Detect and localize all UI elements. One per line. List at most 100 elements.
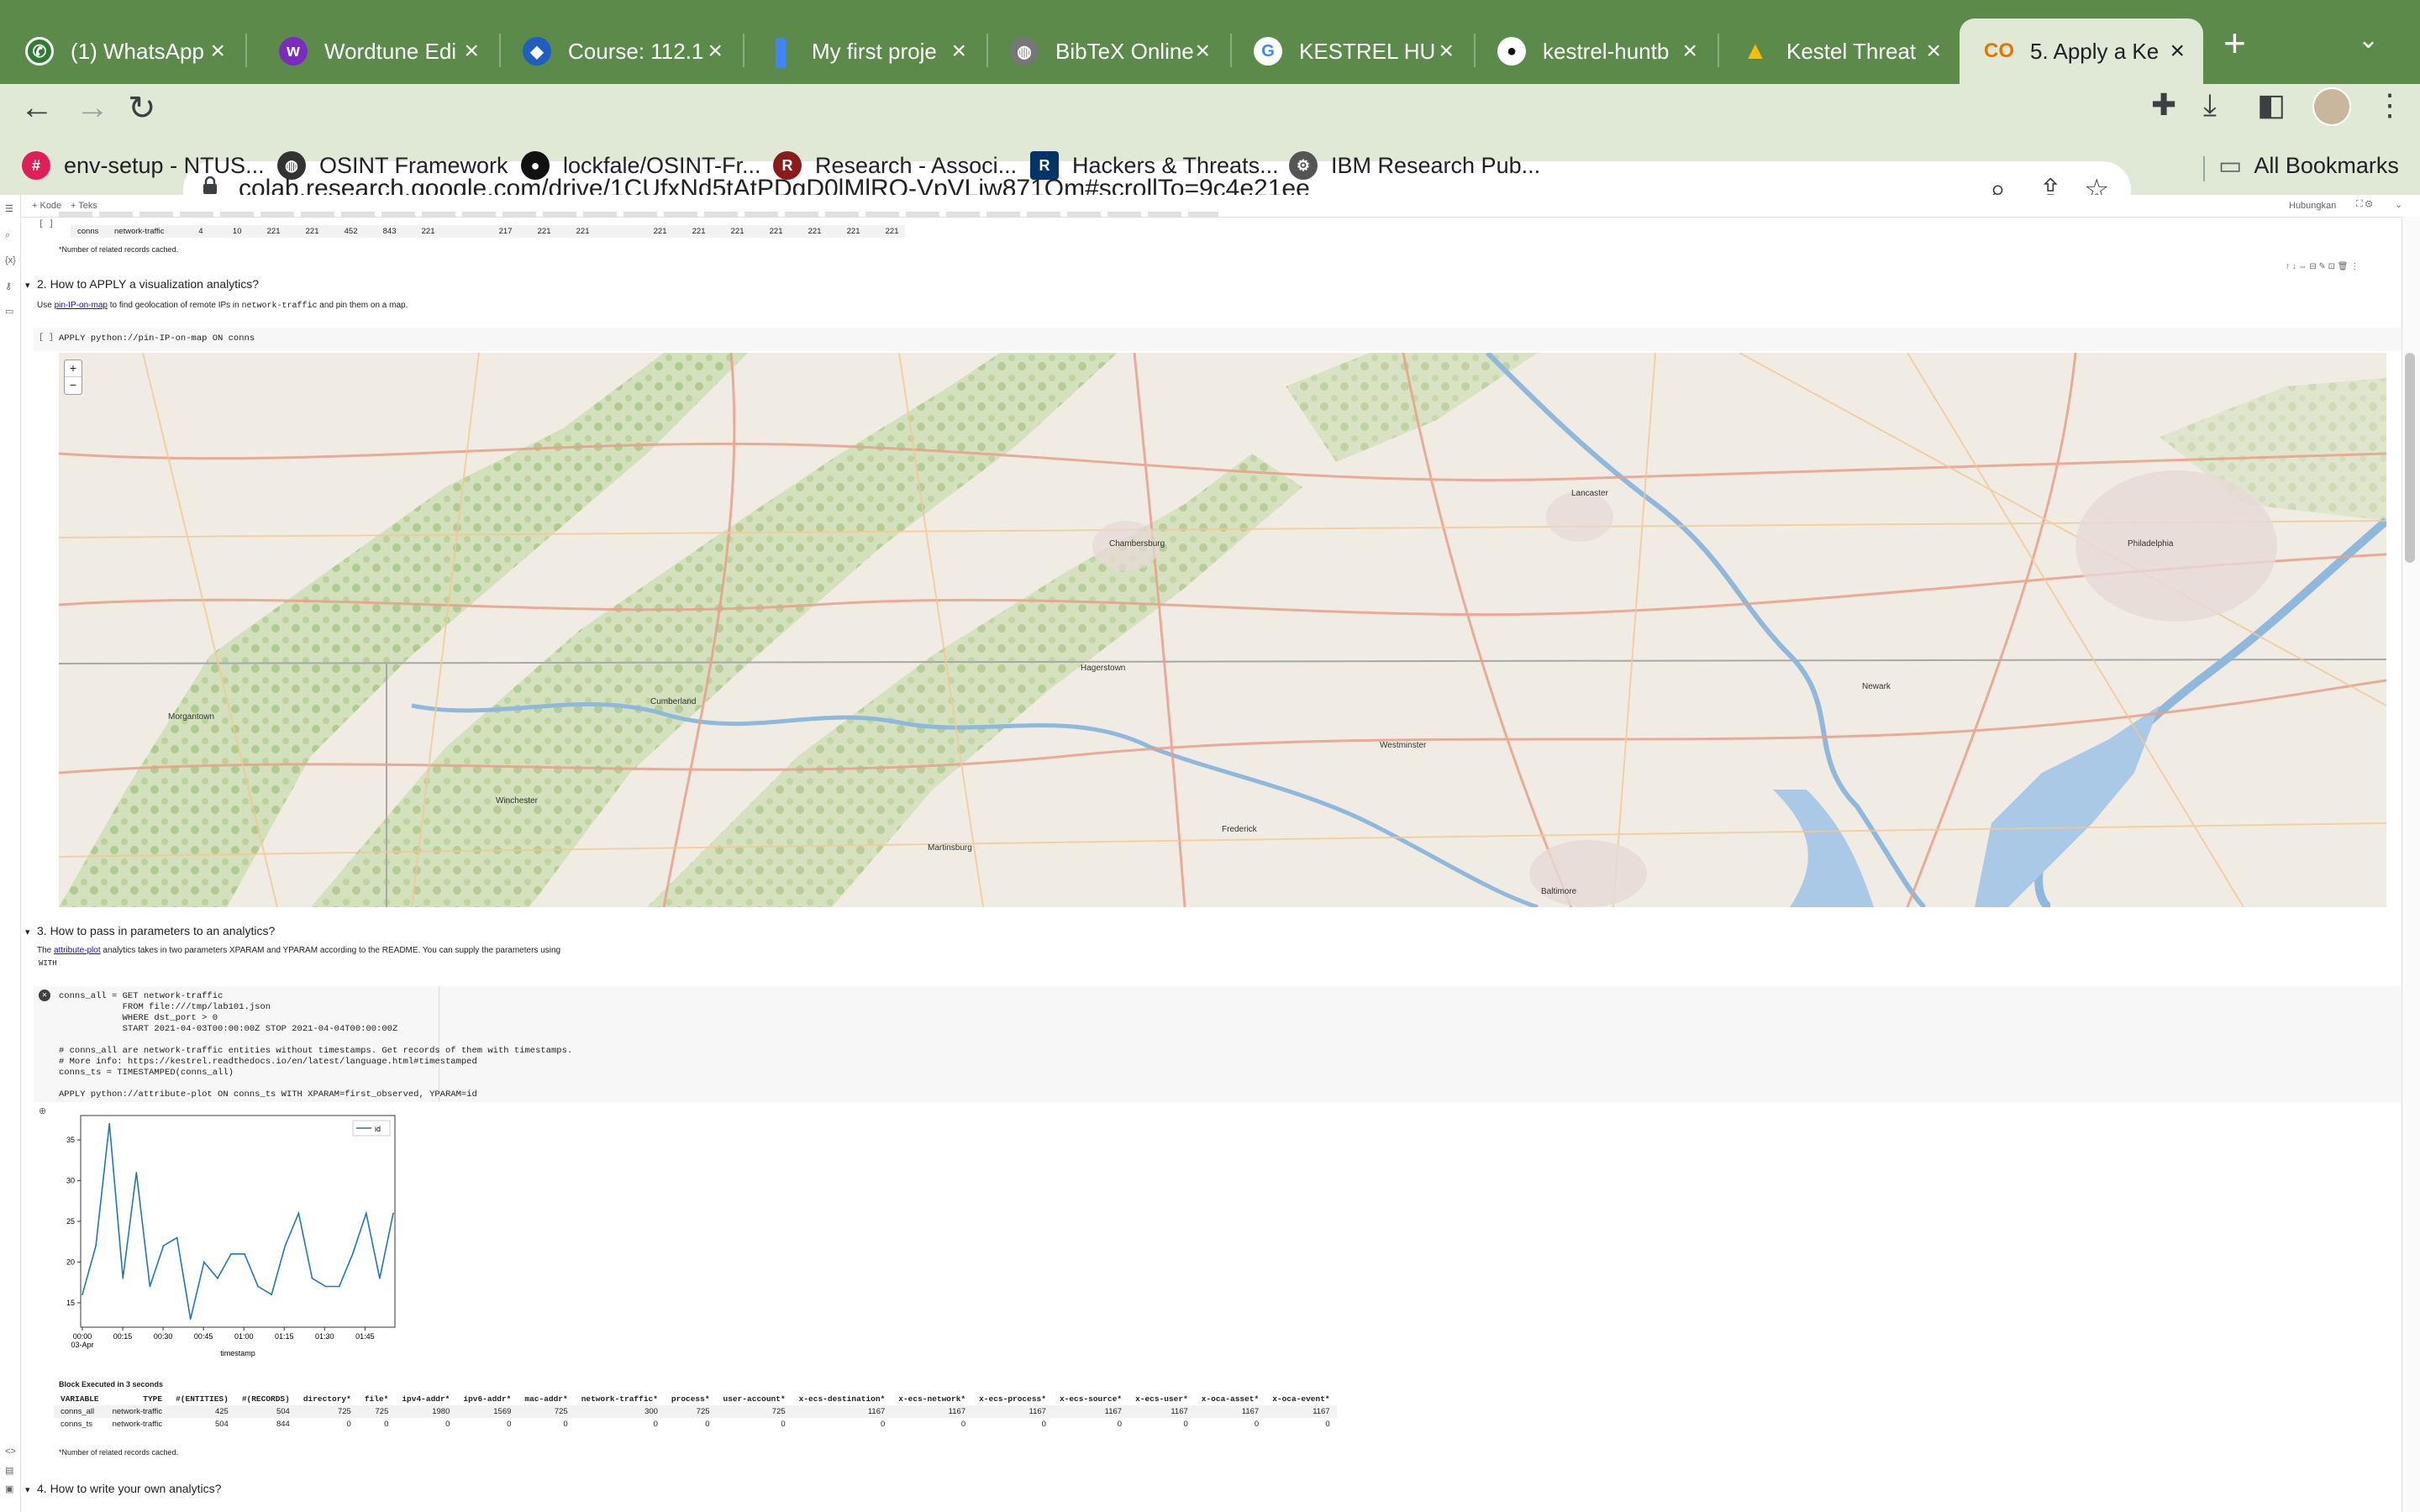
- table-cell: network-traffic: [105, 1405, 170, 1418]
- download-icon[interactable]: ⤓: [2203, 87, 2217, 123]
- slack-icon: #: [22, 151, 50, 180]
- tab-apply-kestrel[interactable]: CO 5. Apply a Ke ×: [1960, 18, 2203, 84]
- code-cell-pin-ip[interactable]: [34, 328, 2403, 351]
- close-icon[interactable]: ×: [210, 37, 225, 66]
- table-header: x-ecs-network*: [898, 1394, 966, 1404]
- close-icon[interactable]: ×: [464, 37, 479, 66]
- toc-icon[interactable]: ☰: [5, 203, 13, 214]
- table-cell: 0: [781, 1420, 786, 1429]
- table-header: x-ecs-user*: [1135, 1394, 1188, 1404]
- reload-icon[interactable]: ↻: [128, 89, 156, 128]
- new-tab-button[interactable]: +: [2223, 20, 2246, 66]
- forward-icon[interactable]: →: [76, 89, 109, 127]
- map-label: Winchester: [496, 796, 539, 806]
- result-table: VARIABLE TYPE #(ENTITIES) #(RECORDS) directo…: [54, 1393, 1337, 1431]
- data-point: [284, 1245, 287, 1247]
- table-cell: 725: [716, 1405, 792, 1418]
- close-icon[interactable]: ×: [1195, 37, 1210, 66]
- close-icon[interactable]: ×: [1682, 37, 1697, 66]
- bookmark-lockfale[interactable]: ● lockfale/OSINT-Fr...: [521, 151, 761, 180]
- zoom-in-button[interactable]: +: [65, 360, 82, 377]
- code-attribute-plot[interactable]: conns_all = GET network-traffic FROM fil…: [59, 991, 572, 1100]
- tab-kestrel-huntbook[interactable]: ● kestrel-huntb ×: [1472, 18, 1716, 84]
- tab-bibtex[interactable]: ◍ BibTeX Online ×: [985, 18, 1228, 84]
- table-cell: 221: [634, 225, 674, 238]
- cell-toolbar[interactable]: ↑ ↓ ⇔ ⊟ ✎ ⊡ 🗑 ⋮: [2286, 262, 2359, 271]
- key-icon[interactable]: ⚷: [5, 281, 12, 291]
- table-header: x-ecs-source*: [1059, 1394, 1123, 1404]
- bookmark-ibm-research[interactable]: ⚙ IBM Research Pub...: [1289, 151, 1540, 180]
- scrollbar-thumb[interactable]: [2405, 353, 2415, 563]
- table-cell: 1167: [892, 1405, 973, 1418]
- colab-left-rail: ☰ ⌕ {x} ⚷ ▭ <> ▤ ▣: [0, 195, 21, 1512]
- bookmark-research[interactable]: R Research - Associ...: [773, 151, 1017, 180]
- collapse-icon[interactable]: ▾: [25, 1484, 30, 1495]
- cell-prompt[interactable]: [ ]: [39, 333, 54, 343]
- folder-icon[interactable]: ▭: [5, 306, 13, 317]
- close-icon[interactable]: ×: [2170, 37, 2185, 66]
- extensions-icon[interactable]: ✚: [2151, 87, 2176, 123]
- command-palette-icon[interactable]: ▤: [5, 1465, 13, 1476]
- bookmark-env-setup[interactable]: # env-setup - NTUS...: [22, 151, 265, 180]
- data-point: [392, 1212, 394, 1215]
- cell-prompt[interactable]: [ ]: [39, 220, 54, 229]
- close-icon[interactable]: ×: [1439, 37, 1454, 66]
- search-icon[interactable]: ⌕: [5, 230, 10, 241]
- code-line: FROM file:///tmp/lab101.json: [59, 1002, 271, 1012]
- run-cell-icon[interactable]: ✕: [39, 990, 50, 1001]
- table-header-cut: [59, 212, 1218, 217]
- add-text-button[interactable]: + Teks: [71, 201, 97, 211]
- all-bookmarks-button[interactable]: ▭ All Bookmarks: [2218, 151, 2399, 181]
- tab-kestrel-hunt[interactable]: G KESTREL HU ×: [1228, 18, 1472, 84]
- data-point: [108, 1122, 110, 1125]
- code-pin-ip[interactable]: APPLY python://pin-IP-on-map ON conns: [59, 333, 255, 344]
- table-cell: 0: [1117, 1420, 1123, 1429]
- collapse-icon[interactable]: ▾: [25, 927, 30, 937]
- table-cell: network-traffic: [112, 1420, 163, 1429]
- add-code-button[interactable]: + Kode: [32, 201, 61, 211]
- resources-icon[interactable]: ⛶ ⚙: [2356, 199, 2373, 210]
- bookmark-hackers-threats[interactable]: R Hackers & Threats...: [1030, 151, 1279, 180]
- connect-button[interactable]: Hubungkan: [2289, 201, 2336, 211]
- data-point: [297, 1212, 300, 1215]
- variables-icon[interactable]: {x}: [5, 255, 16, 265]
- data-point: [338, 1285, 340, 1288]
- leaflet-map[interactable]: Chambersburg Lancaster Philadelphia Hage…: [59, 353, 2386, 907]
- bookmark-osint-framework[interactable]: ◍ OSINT Framework: [277, 151, 508, 180]
- x-tick-label: 01:00: [234, 1332, 254, 1341]
- chevron-down-icon[interactable]: ⌄: [2395, 199, 2402, 210]
- close-icon[interactable]: ×: [1926, 37, 1941, 66]
- attribute-plot-link[interactable]: attribute-plot: [54, 946, 101, 955]
- table-cell: 0: [1041, 1420, 1046, 1429]
- tab-my-first-project[interactable]: ❚ My first proje ×: [741, 18, 985, 84]
- browser-toolbar: colab.research.google.com/drive/1CUfxNd5…: [0, 84, 2420, 218]
- close-icon[interactable]: ×: [708, 37, 723, 66]
- collapse-icon[interactable]: ▾: [25, 280, 30, 291]
- zoom-out-button[interactable]: −: [65, 377, 82, 393]
- table-header: directory*: [302, 1394, 351, 1404]
- terminal-icon[interactable]: ▣: [5, 1483, 13, 1494]
- pin-ip-on-map-link[interactable]: pin-IP-on-map: [55, 301, 108, 310]
- table-cell: [441, 225, 481, 238]
- data-point: [257, 1285, 259, 1288]
- code-line: START 2021-04-03T00:00:00Z STOP 2021-04-…: [59, 1024, 398, 1034]
- tab-search-icon[interactable]: ⌄: [2358, 25, 2379, 55]
- back-icon[interactable]: ←: [20, 89, 54, 127]
- avatar[interactable]: [2312, 87, 2351, 126]
- close-icon[interactable]: ×: [951, 37, 966, 66]
- tab-wordtune[interactable]: w Wordtune Edi ×: [254, 18, 497, 84]
- tab-course[interactable]: ◆ Course: 112.1 ×: [497, 18, 741, 84]
- table-cell: 0: [384, 1420, 389, 1429]
- table-cell: 452: [325, 225, 365, 238]
- table-cell: 1569: [456, 1405, 518, 1418]
- github-icon: ●: [521, 151, 550, 180]
- sidepanel-icon[interactable]: ◧: [2257, 87, 2286, 123]
- plot-area: [80, 1115, 396, 1328]
- menu-icon[interactable]: ⋮: [2375, 87, 2405, 123]
- code-snippets-icon[interactable]: <>: [5, 1446, 16, 1457]
- tab-kestel-threat[interactable]: ▲ Kestel Threat ×: [1716, 18, 1960, 84]
- tab-whatsapp[interactable]: ✆ (1) WhatsApp ×: [0, 18, 244, 84]
- table-header: x-ecs-destination*: [798, 1394, 886, 1404]
